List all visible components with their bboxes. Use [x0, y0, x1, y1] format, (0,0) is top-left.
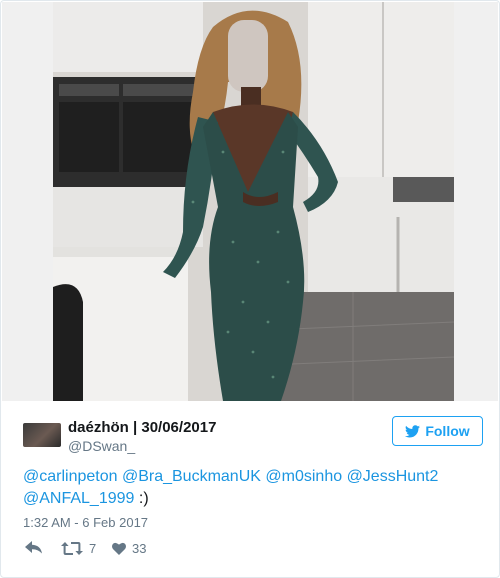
bird-icon	[405, 424, 421, 437]
like-count: 33	[132, 541, 147, 556]
tweet-media[interactable]	[2, 2, 498, 401]
tweet-text: @carlinpeton @Bra_BuckmanUK @m0sinho @Je…	[23, 466, 483, 510]
mention-link[interactable]: @ANFAL_1999	[23, 490, 134, 507]
retweet-icon	[61, 542, 83, 555]
follow-label: Follow	[425, 423, 470, 439]
reply-button[interactable]	[25, 541, 42, 554]
reply-icon	[25, 541, 42, 554]
tweet-photo[interactable]	[53, 2, 454, 401]
tweet-timestamp[interactable]: 1:32 AM - 6 Feb 2017	[23, 515, 148, 530]
author-name[interactable]: daézhön | 30/06/2017	[68, 419, 216, 436]
tweet-text-fragment: :)	[134, 490, 149, 507]
follow-button[interactable]: Follow	[392, 416, 483, 446]
retweet-count: 7	[89, 541, 97, 556]
author-handle[interactable]: @DSwan_	[68, 438, 135, 454]
mention-link[interactable]: @JessHunt2	[347, 468, 439, 485]
retweet-button[interactable]: 7	[61, 541, 96, 556]
heart-icon	[112, 542, 126, 555]
mention-link[interactable]: @Bra_BuckmanUK	[122, 468, 261, 485]
mention-link[interactable]: @carlinpeton	[23, 468, 118, 485]
like-button[interactable]: 33	[112, 541, 146, 556]
tweet-actions: 7 33	[23, 541, 323, 563]
avatar[interactable]	[23, 423, 61, 447]
tweet-header: daézhön | 30/06/2017 @DSwan_ Follow	[23, 416, 483, 458]
tweet-card: daézhön | 30/06/2017 @DSwan_ Follow @car…	[0, 0, 500, 578]
mention-link[interactable]: @m0sinho	[265, 468, 342, 485]
